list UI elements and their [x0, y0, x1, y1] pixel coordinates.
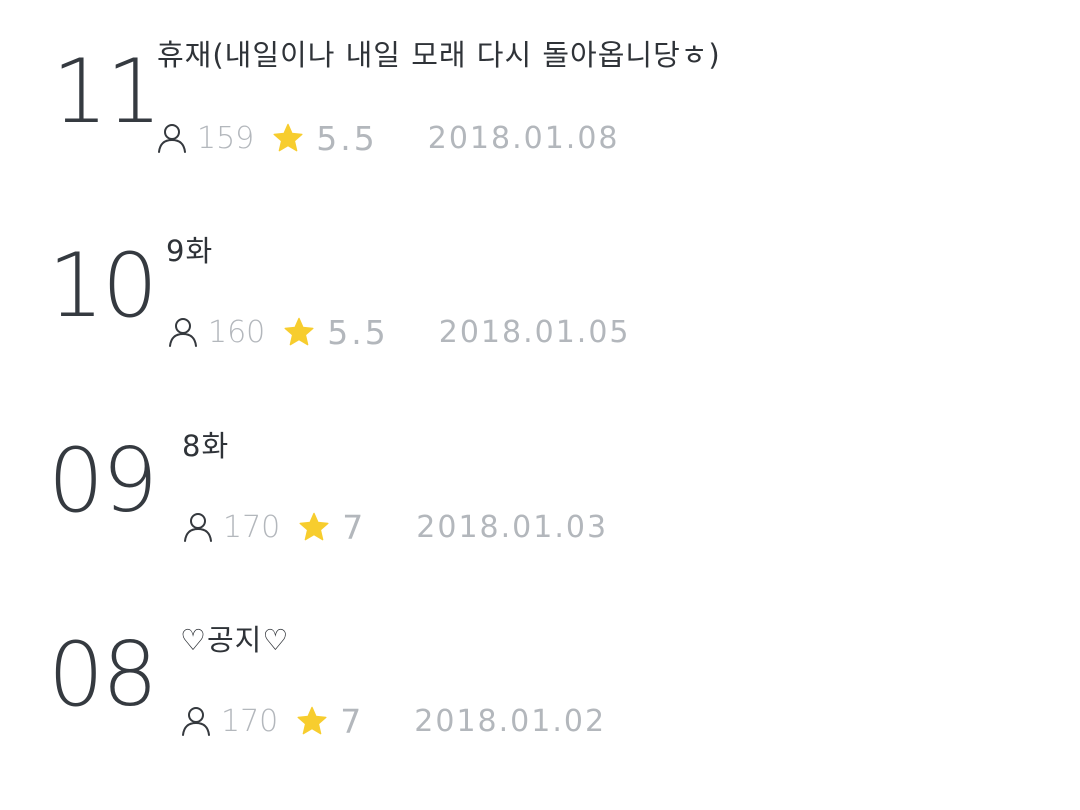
star-icon [284, 317, 314, 346]
episode-date: 2018.01.03 [416, 509, 609, 545]
rating: 5.5 [327, 312, 389, 352]
episode-date: 2018.01.08 [427, 120, 620, 156]
star-icon [273, 123, 303, 152]
user-icon [184, 513, 212, 542]
rating: 7 [340, 701, 365, 741]
view-count: 170 [221, 703, 279, 739]
user-icon [158, 124, 186, 153]
star-icon [299, 512, 329, 541]
episode-number: 08 [48, 623, 158, 726]
view-count: 170 [223, 509, 281, 545]
view-count: 160 [208, 314, 266, 350]
user-icon [182, 707, 210, 736]
star-icon [297, 706, 327, 735]
rating: 7 [342, 507, 367, 547]
view-count: 159 [197, 120, 255, 156]
episode-item[interactable]: 09 8화 170 7 2018.01.03 [0, 389, 1080, 579]
episode-number: 09 [48, 429, 158, 532]
episode-date: 2018.01.05 [438, 314, 631, 350]
episode-item[interactable]: 08 ♡공지♡ 170 7 2018.01.02 [0, 583, 1080, 773]
episode-date: 2018.01.02 [414, 703, 607, 739]
episode-item[interactable]: 10 9화 160 5.5 2018.01.05 [0, 194, 1080, 384]
episode-meta: 160 5.5 2018.01.05 [168, 312, 631, 352]
user-icon [169, 318, 197, 347]
episode-meta: 170 7 2018.01.02 [181, 701, 606, 741]
episode-title: 9화 [166, 234, 214, 268]
rating: 5.5 [316, 118, 378, 158]
episode-title: 휴재(내일이나 내일 모래 다시 돌아옵니당ㅎ) [157, 38, 721, 72]
episode-meta: 159 5.5 2018.01.08 [157, 118, 620, 158]
episode-number: 10 [48, 234, 158, 337]
episode-title: 8화 [182, 429, 230, 463]
episode-number: 11 [52, 40, 162, 143]
episode-meta: 170 7 2018.01.03 [183, 507, 608, 547]
episode-item[interactable]: 11 휴재(내일이나 내일 모래 다시 돌아옵니당ㅎ) 159 5.5 2018… [0, 0, 1080, 190]
episode-title: ♡공지♡ [180, 623, 290, 657]
